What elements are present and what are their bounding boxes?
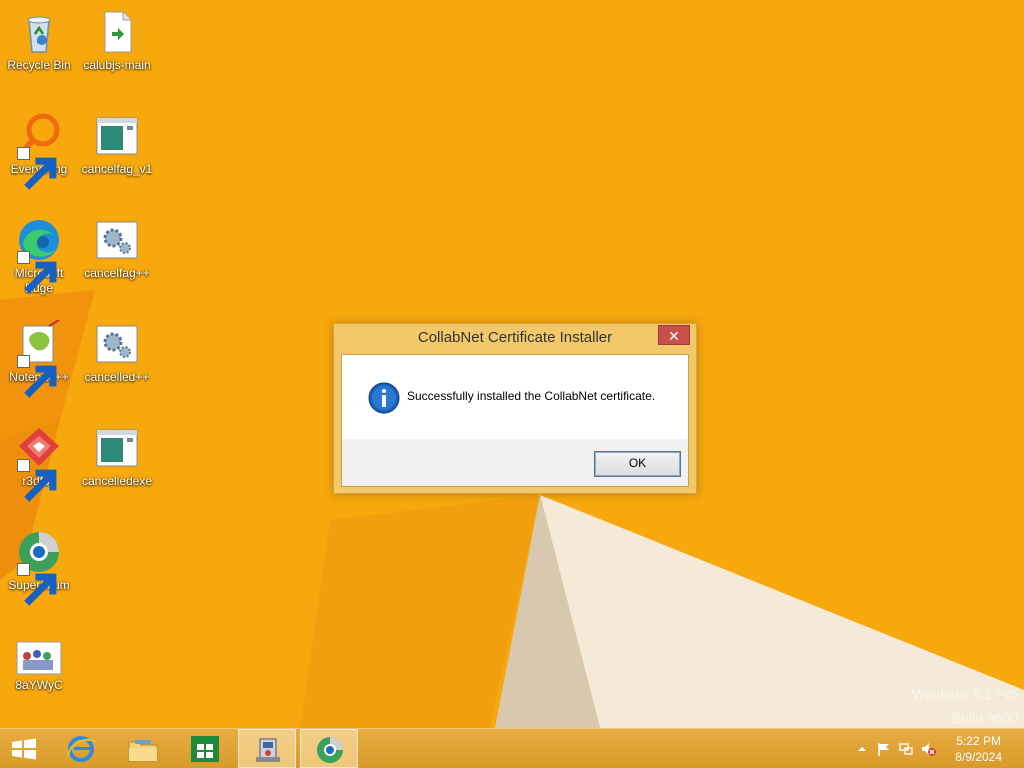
clock-date: 8/9/2024 bbox=[955, 750, 1002, 764]
taskbar: 5:22 PM 8/9/2024 bbox=[0, 728, 1024, 768]
windows-build-watermark: Build 9600 bbox=[951, 710, 1018, 726]
dialog-message: Successfully installed the CollabNet cer… bbox=[407, 389, 656, 403]
dialog-close-button[interactable]: ✕ bbox=[658, 325, 690, 345]
desktop-icon-everything[interactable]: Everything bbox=[1, 112, 77, 190]
file-explorer-icon bbox=[128, 740, 158, 762]
dialog-message-area: Successfully installed the CollabNet cer… bbox=[342, 355, 688, 439]
desktop-icon-recycle-bin[interactable]: Recycle Bin bbox=[1, 8, 77, 73]
icon-label: calubjs-main bbox=[83, 58, 151, 72]
start-button[interactable] bbox=[0, 729, 48, 768]
clock-time: 5:22 PM bbox=[956, 734, 1001, 748]
dialog-client-area: Successfully installed the CollabNet cer… bbox=[341, 354, 689, 487]
app-window-icon bbox=[96, 429, 138, 467]
volume-muted-icon[interactable] bbox=[920, 741, 936, 757]
settings-gear-icon bbox=[96, 325, 138, 363]
taskbar-clock[interactable]: 5:22 PM 8/9/2024 bbox=[955, 733, 1002, 765]
desktop-icon-microsoft-edge[interactable]: Microsoft Edge bbox=[1, 216, 77, 296]
recycle-bin-icon bbox=[27, 16, 51, 53]
supermium-icon bbox=[317, 737, 343, 763]
icon-label: cancelledexe bbox=[81, 474, 153, 488]
icon-label: cancelfag++ bbox=[84, 266, 150, 280]
shortcut-arrow-icon bbox=[17, 147, 57, 190]
taskbar-supermium[interactable] bbox=[300, 729, 358, 768]
desktop-icon-cancelfag-v1[interactable]: cancelfag_v1 bbox=[79, 112, 155, 177]
network-icon[interactable] bbox=[898, 741, 914, 757]
desktop-icon-calubjs-main[interactable]: calubjs-main bbox=[79, 8, 155, 73]
icon-label: Recycle Bin bbox=[7, 58, 71, 72]
desktop-icon-cancelfag-plusplus[interactable]: cancelfag++ bbox=[79, 216, 155, 281]
taskbar-internet-explorer[interactable] bbox=[52, 729, 110, 768]
action-center-flag-icon[interactable] bbox=[876, 741, 892, 757]
desktop-icon-supermium[interactable]: Supermium bbox=[1, 528, 77, 606]
app-window-icon bbox=[96, 117, 138, 155]
installer-app-icon bbox=[256, 738, 280, 762]
shortcut-arrow-icon bbox=[17, 563, 57, 606]
show-hidden-icons-chevron-icon[interactable] bbox=[854, 741, 870, 757]
taskbar-file-explorer[interactable] bbox=[114, 729, 172, 768]
taskbar-store[interactable] bbox=[176, 729, 234, 768]
ok-button[interactable]: OK bbox=[594, 451, 681, 477]
icon-label: 8aYWyC bbox=[15, 678, 63, 692]
system-tray: 5:22 PM 8/9/2024 bbox=[834, 729, 1024, 768]
dialog-title: CollabNet Certificate Installer bbox=[417, 329, 613, 346]
information-icon bbox=[368, 382, 400, 414]
shortcut-arrow-icon bbox=[17, 251, 57, 294]
image-thumbnail-icon bbox=[16, 641, 62, 675]
internet-explorer-icon bbox=[67, 736, 96, 762]
shortcut-arrow-icon bbox=[17, 459, 57, 502]
icon-label: cancelfag_v1 bbox=[81, 162, 153, 176]
icon-label: cancelled++ bbox=[84, 370, 150, 384]
start-icon bbox=[12, 738, 36, 760]
shortcut-arrow-icon bbox=[17, 355, 57, 398]
taskbar-certificate-installer[interactable] bbox=[238, 729, 296, 768]
desktop-icon-r3dfox[interactable]: r3dfox bbox=[1, 424, 77, 502]
desktop-icon-cancelled-plusplus[interactable]: cancelled++ bbox=[79, 320, 155, 385]
settings-gear-icon bbox=[96, 221, 138, 259]
desktop-icon-cancelledexe[interactable]: cancelledexe bbox=[79, 424, 155, 489]
file-icon bbox=[104, 11, 132, 53]
store-icon bbox=[191, 736, 219, 762]
windows-edition-watermark: Windows 8.1 Pro bbox=[912, 686, 1018, 702]
desktop-icon-8aywyc[interactable]: 8aYWyC bbox=[1, 640, 77, 693]
desktop-icon-notepad-plus-plus[interactable]: Notepad++ bbox=[1, 320, 77, 398]
certificate-installer-dialog: CollabNet Certificate Installer ✕ Succes… bbox=[333, 323, 697, 494]
